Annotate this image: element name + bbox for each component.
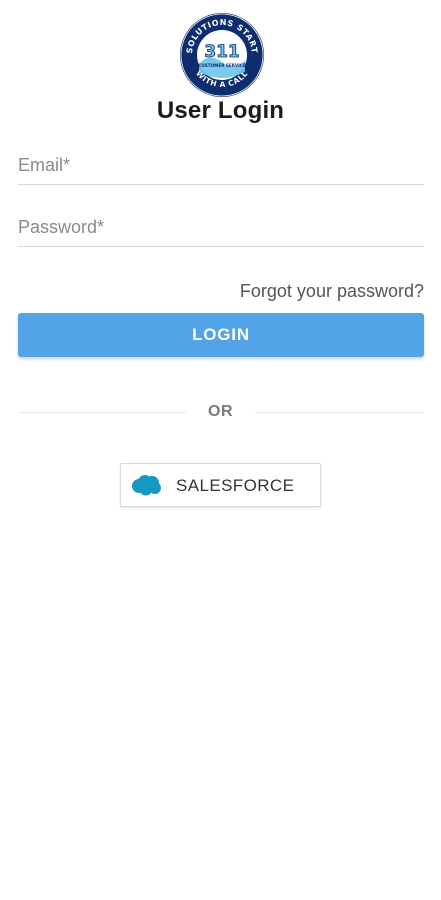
logo-center-number: 311 [204,42,240,62]
salesforce-label: SALESFORCE [176,476,295,495]
forgot-password-link[interactable]: Forgot your password? [240,281,424,302]
salesforce-cloud-icon [130,474,162,496]
divider-line-right [255,412,424,413]
password-field[interactable] [18,210,424,247]
page-title: User Login [156,97,285,124]
city-311-logo: SOLUTIONS START WITH A CALL 311 CUSTOMER… [179,12,265,98]
email-input[interactable] [18,148,424,182]
logo-sub-text: CUSTOMER SERVICE [198,63,246,68]
logo-graphic: SOLUTIONS START WITH A CALL 311 CUSTOMER… [180,13,264,97]
password-input[interactable] [18,210,424,244]
login-button[interactable]: LOGIN [18,313,424,357]
email-field[interactable] [18,148,424,185]
salesforce-login-button[interactable]: SALESFORCE [120,463,321,507]
